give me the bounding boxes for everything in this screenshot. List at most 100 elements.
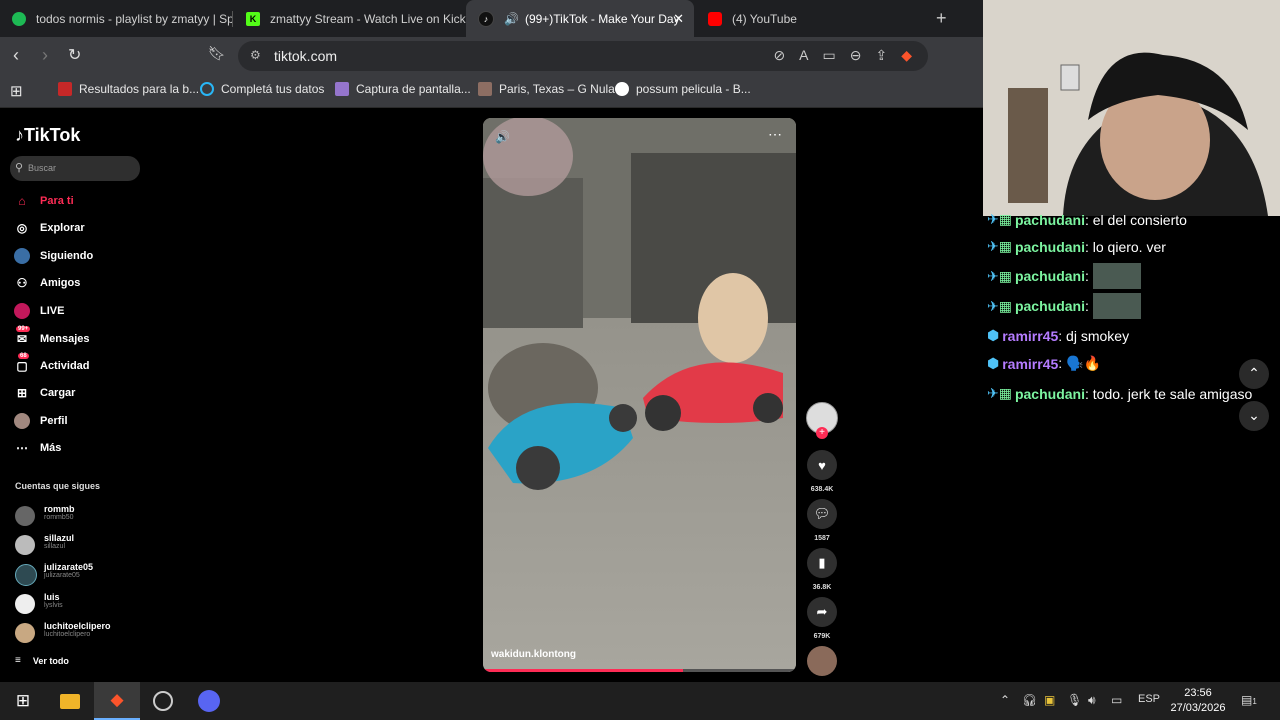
save-count: 36.8K — [812, 584, 832, 591]
bookmark-icon[interactable]: 🔖︎ — [208, 45, 226, 62]
nav-perfil[interactable]: Perfil — [14, 411, 68, 431]
comment-button[interactable]: 💬︎ 1587 — [806, 499, 838, 542]
avatar — [15, 564, 37, 586]
comment-count: 1587 — [814, 535, 830, 542]
clock[interactable]: 23:56 27/03/2026 — [1166, 686, 1230, 716]
nav-mensajes[interactable]: ✉ 99+ Mensajes — [14, 326, 90, 349]
chat-message: ✈ ▦ pachudani: lo qiero. ver — [987, 238, 1166, 255]
cast-icon[interactable]: ▭ — [823, 47, 836, 64]
author-avatar[interactable]: + — [806, 402, 838, 439]
tab-kick[interactable]: K zmattyy Stream - Watch Live on Kick — [234, 0, 466, 37]
brave-browser-icon[interactable]: ◆ — [94, 682, 140, 720]
windows-start-icon[interactable]: ⊞ — [0, 682, 46, 720]
badge-icon: ▦ — [998, 385, 1012, 401]
scroll-down-button[interactable]: ⌄ — [1239, 401, 1269, 431]
compass-icon: ◎ — [16, 221, 28, 235]
site-settings-icon[interactable]: ⚙ — [250, 48, 261, 62]
address-bar[interactable]: ⚙ tiktok.com ⊘ A ▭ ⊖ ⇪ ◆ — [238, 41, 928, 71]
volume-icon[interactable]: 🔊︎ — [1088, 693, 1096, 708]
nav-amigos[interactable]: ⚇ Amigos — [14, 273, 81, 293]
tab-youtube[interactable]: (4) YouTube — [696, 0, 926, 37]
video-progress[interactable] — [483, 669, 796, 672]
webcam-image — [983, 0, 1280, 216]
app-tray-icon[interactable]: ▣ — [1044, 693, 1055, 707]
discord-icon[interactable] — [186, 682, 232, 720]
friends-icon: ⚇ — [16, 276, 28, 290]
share-icon[interactable]: ⇪ — [875, 47, 887, 64]
bookmark-item[interactable]: Paris, Texas – G Nula — [478, 82, 615, 96]
profile-icon — [14, 413, 30, 429]
share-button[interactable]: ➦ 679K — [806, 597, 838, 640]
translate-icon[interactable]: A — [799, 47, 808, 64]
more-options-icon[interactable]: ⋯ — [768, 126, 782, 143]
bookmark-item[interactable]: possum pelicula - B... — [615, 82, 751, 96]
share-icon: ➦ — [807, 597, 837, 627]
video-frame — [483, 118, 796, 672]
tab-label: (99+)TikTok - Make Your Day — [524, 11, 680, 26]
language-indicator[interactable]: ESP — [1138, 693, 1160, 705]
tab-spotify[interactable]: todos normis - playlist by zmatyy | Sp — [0, 0, 232, 37]
chat-emote — [1092, 293, 1141, 319]
zoom-icon[interactable]: ⊖ — [850, 47, 862, 64]
file-explorer-icon[interactable] — [47, 682, 93, 720]
badge-icon: ✈ — [987, 297, 999, 314]
nav-live[interactable]: LIVE — [14, 301, 64, 321]
bookmark-item[interactable]: Captura de pantalla... — [335, 82, 471, 96]
bookmark-favicon-icon — [200, 82, 214, 96]
close-tab-icon[interactable]: ✕ — [673, 11, 684, 27]
tab-tiktok[interactable]: ♪ 🔊 (99+)TikTok - Make Your Day ✕ — [466, 0, 694, 37]
chat-message: ✈ ▦ pachudani: todo. jerk te sale amigaso — [987, 385, 1253, 402]
heart-icon: ♥ — [807, 450, 837, 480]
badge-icon: ▦ — [998, 211, 1012, 227]
search-input[interactable]: ⚲ Buscar — [10, 156, 140, 181]
video-player[interactable]: 🔊 ⋯ wakidun.klontong — [483, 118, 796, 672]
video-progress-fill — [483, 669, 684, 672]
nav-mas[interactable]: ⋯ Más — [14, 438, 61, 458]
upload-icon: ⊞ — [16, 386, 28, 400]
headphones-icon[interactable]: 🎧︎ — [1022, 693, 1037, 707]
nav-actividad[interactable]: ▢ 68 Actividad — [14, 353, 90, 376]
volume-icon[interactable]: 🔊 — [495, 130, 510, 144]
bookmark-item[interactable]: Completá tus datos — [200, 82, 324, 96]
tiktok-logo[interactable]: ♪TikTok — [15, 125, 80, 146]
obs-icon[interactable] — [140, 682, 186, 720]
brave-shield-icon[interactable]: ◆ — [901, 47, 912, 64]
music-disc[interactable] — [806, 646, 838, 676]
bookmarks-bar: ⊞ Resultados para la b... Completá tus d… — [0, 75, 983, 108]
tab-bar: todos normis - playlist by zmatyy | Sp K… — [0, 0, 983, 37]
video-author[interactable]: wakidun.klontong — [491, 649, 576, 660]
network-icon[interactable]: ▭ — [1111, 693, 1122, 707]
bookmark-item[interactable]: Resultados para la b... — [58, 82, 199, 96]
badge-icon: ▦ — [998, 238, 1012, 254]
new-tab-button[interactable]: + — [936, 8, 947, 29]
save-button[interactable]: ▮ 36.8K — [806, 548, 838, 591]
reload-icon[interactable]: ↻ — [68, 45, 81, 65]
following-icon — [14, 248, 30, 264]
nav-cargar[interactable]: ⊞ Cargar — [14, 383, 76, 403]
notifications-icon[interactable]: ▤1 — [1241, 693, 1257, 707]
like-button[interactable]: ♥ 638.4K — [806, 450, 838, 493]
navigation-bar: ‹ › ↻ 🔖︎ ⚙ tiktok.com ⊘ A ▭ ⊖ ⇪ ◆ — [0, 37, 983, 75]
back-icon[interactable]: ‹ — [13, 45, 19, 66]
follow-plus-icon[interactable]: + — [816, 427, 828, 439]
avatar — [15, 535, 35, 555]
google-icon — [615, 82, 629, 96]
apps-grid-icon[interactable]: ⊞ — [10, 82, 23, 100]
bookmark-favicon-icon — [58, 82, 72, 96]
video-off-icon[interactable]: ⊘ — [773, 47, 785, 64]
nav-para-ti[interactable]: ⌂ Para ti — [14, 191, 73, 211]
chat-emote — [1092, 263, 1141, 289]
url-text: tiktok.com — [274, 48, 338, 64]
activity-icon: ▢ 68 — [16, 353, 29, 373]
nav-siguiendo[interactable]: Siguiendo — [14, 246, 93, 266]
chat-message: ✈ ▦ pachudani: — [987, 293, 1141, 319]
tab-separator — [232, 11, 233, 27]
tab-label: zmattyy Stream - Watch Live on Kick — [270, 11, 466, 26]
badge-icon: ✈ — [987, 385, 999, 401]
see-all-link[interactable]: ≡ Ver todo — [15, 655, 69, 666]
microphone-icon[interactable]: 🎙︎ — [1067, 693, 1082, 707]
scroll-up-button[interactable]: ⌃ — [1239, 359, 1269, 389]
forward-icon[interactable]: › — [42, 45, 48, 66]
nav-explorar[interactable]: ◎ Explorar — [14, 218, 85, 238]
chevron-up-icon[interactable]: ⌃ — [1000, 693, 1010, 707]
